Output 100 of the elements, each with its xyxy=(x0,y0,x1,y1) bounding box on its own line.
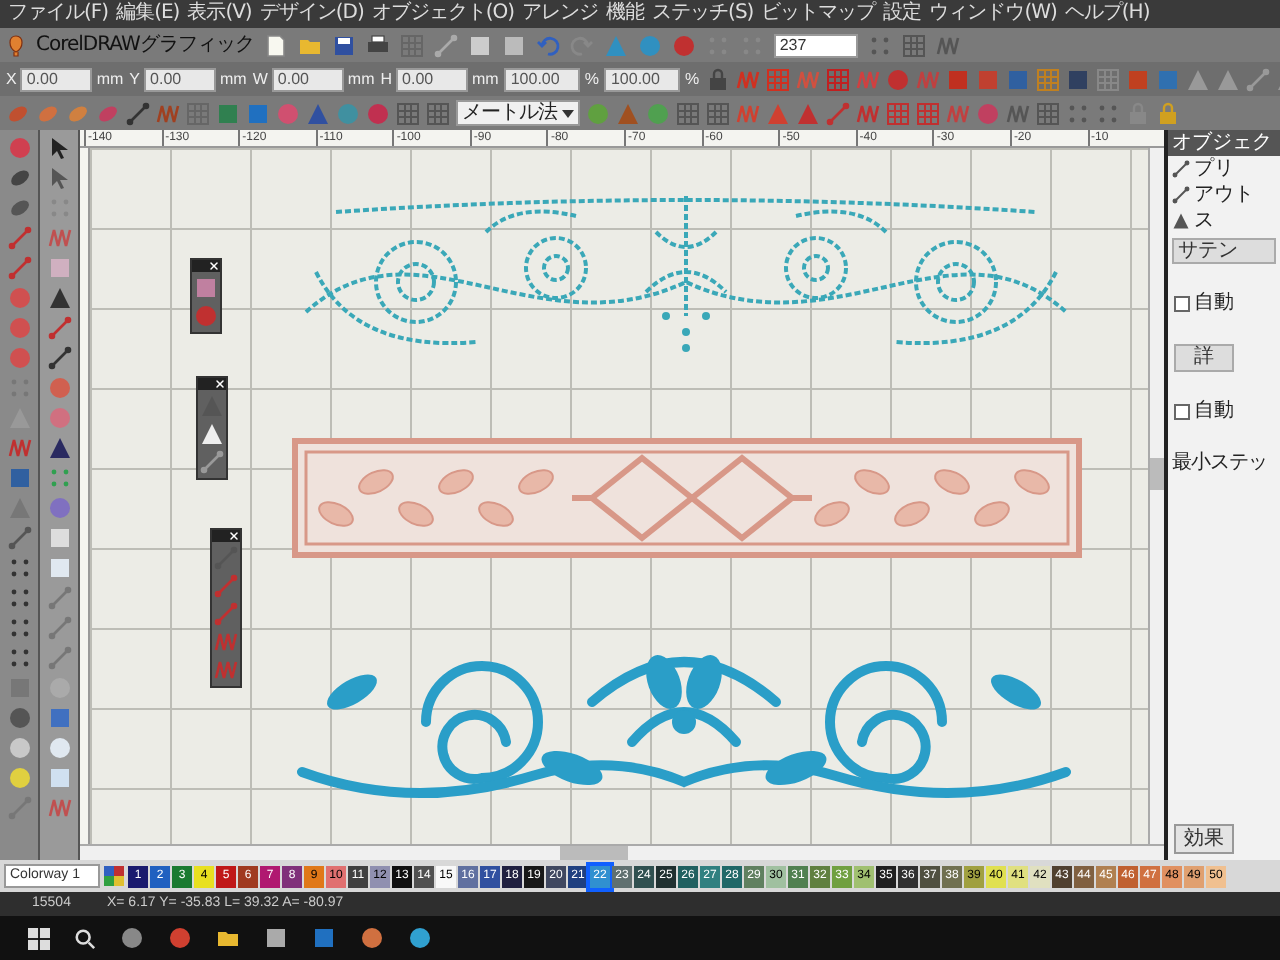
leaf-icon[interactable] xyxy=(7,166,31,190)
menu-item[interactable]: ウィンドウ(W) xyxy=(929,2,1057,26)
effects-button[interactable]: 効果 xyxy=(1174,824,1234,854)
grid-icon[interactable] xyxy=(825,67,850,91)
printer-icon[interactable] xyxy=(365,33,390,57)
menu-item[interactable]: 編集(E) xyxy=(116,2,180,26)
windows-start-icon[interactable] xyxy=(28,927,50,949)
stitch-type-dropdown[interactable]: サテン xyxy=(1172,238,1276,264)
vertical-scrollbar[interactable] xyxy=(1148,148,1164,844)
menu-item[interactable]: 表示(V) xyxy=(187,2,252,26)
number-field[interactable]: 0.00 xyxy=(271,67,344,91)
dots-icon[interactable] xyxy=(7,616,31,640)
menu-item[interactable]: オブジェクト(O) xyxy=(371,2,515,26)
number-field[interactable]: 0.00 xyxy=(144,67,217,91)
zigzag-icon[interactable] xyxy=(735,67,760,91)
circle-icon[interactable] xyxy=(168,926,192,950)
line-icon[interactable] xyxy=(1172,160,1190,178)
panel-item[interactable]: アウト xyxy=(1194,183,1254,207)
menu-item[interactable]: アレンジ xyxy=(522,2,599,26)
zigzag-icon[interactable] xyxy=(735,101,759,125)
circle-icon[interactable] xyxy=(408,926,432,950)
pointer-icon[interactable] xyxy=(47,136,71,160)
line-icon[interactable] xyxy=(126,101,150,125)
number-field[interactable]: 0.00 xyxy=(20,67,93,91)
dots-icon[interactable] xyxy=(867,33,892,57)
lock-icon[interactable] xyxy=(1155,101,1179,125)
grid-icon[interactable] xyxy=(901,33,926,57)
zigzag-icon[interactable] xyxy=(7,436,31,460)
undo-icon[interactable] xyxy=(535,33,560,57)
leaf-icon[interactable] xyxy=(36,101,60,125)
menu-item[interactable]: ビットマップ xyxy=(761,2,876,26)
grid-icon[interactable] xyxy=(675,101,699,125)
zigzag-icon[interactable] xyxy=(156,101,180,125)
grid-icon[interactable] xyxy=(426,101,450,125)
menu-item[interactable]: ヘルプ(H) xyxy=(1064,2,1150,26)
dots-icon[interactable] xyxy=(47,466,71,490)
line-icon[interactable] xyxy=(1172,186,1190,204)
circle-icon[interactable] xyxy=(360,926,384,950)
close-icon[interactable] xyxy=(214,378,226,390)
triangle-icon[interactable] xyxy=(200,422,224,446)
triangle-icon[interactable] xyxy=(47,286,71,310)
grid-icon[interactable] xyxy=(915,101,939,125)
grid-icon[interactable] xyxy=(885,101,909,125)
zigzag-icon[interactable] xyxy=(47,226,71,250)
menu-item[interactable]: 設定 xyxy=(883,2,922,26)
triangle-icon[interactable] xyxy=(47,436,71,460)
zigzag-icon[interactable] xyxy=(795,67,820,91)
circle-icon[interactable] xyxy=(120,926,144,950)
leaf-icon[interactable] xyxy=(7,196,31,220)
scrollbar-thumb[interactable] xyxy=(560,846,628,860)
dots-icon[interactable] xyxy=(7,556,31,580)
zigzag-icon[interactable] xyxy=(935,33,960,57)
checkbox[interactable] xyxy=(1174,296,1190,312)
grid-icon[interactable] xyxy=(765,67,790,91)
zigzag-icon[interactable] xyxy=(945,101,969,125)
leaf-icon[interactable] xyxy=(66,101,90,125)
search-icon[interactable] xyxy=(74,927,96,949)
scale-field[interactable]: 100.00 xyxy=(604,67,681,91)
folder-icon[interactable] xyxy=(216,926,240,950)
menu-item[interactable]: ステッチ(S) xyxy=(652,2,754,26)
grid-icon[interactable] xyxy=(705,101,729,125)
close-icon[interactable] xyxy=(228,530,240,542)
zigzag-icon[interactable] xyxy=(214,630,238,654)
zigzag-icon[interactable] xyxy=(855,101,879,125)
count-field[interactable]: 237 xyxy=(773,33,858,57)
dots-icon[interactable] xyxy=(7,646,31,670)
panel-item[interactable]: プリ xyxy=(1194,157,1234,181)
pointer-icon[interactable] xyxy=(47,166,71,190)
new-file-icon[interactable] xyxy=(263,33,288,57)
panel-item[interactable]: ス xyxy=(1194,209,1214,233)
grid-icon[interactable] xyxy=(1095,67,1120,91)
zigzag-icon[interactable] xyxy=(47,796,71,820)
menu-item[interactable]: 機能 xyxy=(606,2,645,26)
dots-icon[interactable] xyxy=(7,586,31,610)
grid-icon[interactable] xyxy=(1035,67,1060,91)
detail-button[interactable]: 詳 xyxy=(1174,344,1234,372)
line-icon[interactable] xyxy=(47,346,71,370)
zigzag-icon[interactable] xyxy=(1005,101,1029,125)
menu-item[interactable]: ファイル(F) xyxy=(8,2,109,26)
menu-item[interactable]: デザイン(D) xyxy=(259,2,364,26)
triangle-icon[interactable] xyxy=(1172,212,1190,230)
checkbox[interactable] xyxy=(1174,404,1190,420)
zigzag-icon[interactable] xyxy=(915,67,940,91)
close-icon[interactable] xyxy=(208,260,220,272)
scrollbar-thumb[interactable] xyxy=(1150,458,1164,490)
zigzag-icon[interactable] xyxy=(214,658,238,682)
lock-icon[interactable] xyxy=(705,67,730,91)
scale-field[interactable]: 100.00 xyxy=(504,67,581,91)
square-icon[interactable] xyxy=(312,926,336,950)
number-field[interactable]: 0.00 xyxy=(396,67,469,91)
dots-icon[interactable] xyxy=(1095,101,1119,125)
dots-icon[interactable] xyxy=(1065,101,1089,125)
grid-icon[interactable] xyxy=(1035,101,1059,125)
horizontal-scrollbar[interactable] xyxy=(80,844,1164,860)
units-dropdown[interactable]: メートル法 xyxy=(456,100,579,126)
color-chart-icon[interactable] xyxy=(104,866,124,886)
square-icon[interactable] xyxy=(264,926,288,950)
save-icon[interactable] xyxy=(331,33,356,57)
zigzag-icon[interactable] xyxy=(855,67,880,91)
grid-icon[interactable] xyxy=(396,101,420,125)
